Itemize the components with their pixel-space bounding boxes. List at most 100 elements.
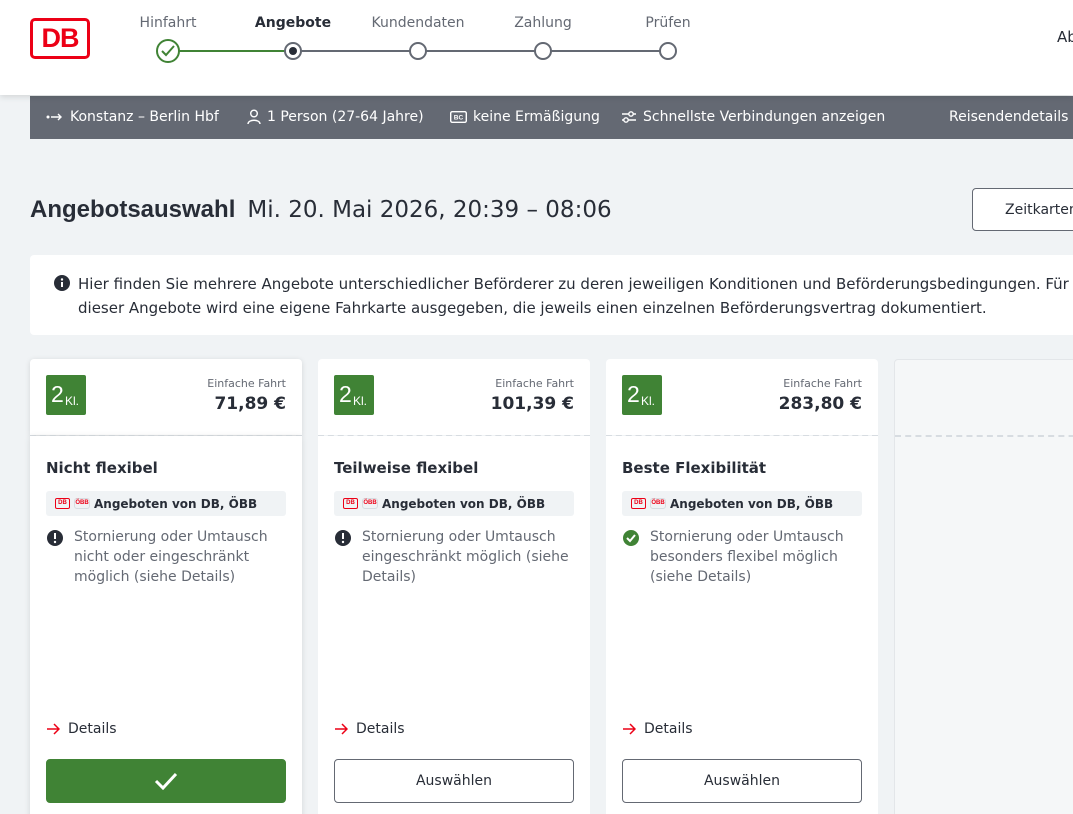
selected-offer-button[interactable]	[46, 759, 286, 803]
offer-card-beste-flexibilitaet[interactable]: 2 Kl. Einfache Fahrt 283,80 € Beste Flex…	[606, 359, 878, 814]
step-label-pruefen: Prüfen	[645, 15, 691, 31]
obb-mini-logo-icon: ÖBB	[362, 498, 378, 509]
details-link[interactable]: Details	[46, 721, 117, 737]
person-icon	[247, 109, 261, 125]
summary-persons-text: 1 Person (27-64 Jahre)	[267, 109, 424, 125]
page-title: Angebotsauswahl Mi. 20. Mai 2026, 20:39 –…	[30, 196, 612, 224]
info-icon	[54, 275, 70, 291]
step-dot-kundendaten	[409, 42, 427, 60]
condition-line-1: Stornierung oder Umtausch	[362, 529, 556, 545]
class-label: Kl.	[641, 394, 656, 408]
check-icon	[161, 45, 175, 57]
fare-price: 283,80 €	[778, 394, 862, 414]
bahncard-icon: BC	[450, 111, 467, 123]
fare-price: 101,39 €	[490, 394, 574, 414]
class-number: 2	[51, 381, 64, 407]
summary-route[interactable]: Konstanz – Berlin Hbf	[46, 109, 219, 125]
fare-type: Einfache Fahrt	[207, 377, 286, 390]
header: DB Hinfahrt Angebote Kundendaten Zahlung…	[0, 0, 1073, 95]
card-divider	[895, 435, 1073, 437]
info-line-2: dieser Angebote wird eine eigene Fahrkar…	[78, 299, 987, 317]
page-title-date: Mi. 20. Mai 2026, 20:39 – 08:06	[247, 197, 612, 223]
check-circle-icon	[623, 530, 639, 546]
checkmark-icon	[154, 772, 178, 790]
page-title-main: Angebotsauswahl	[30, 196, 236, 223]
progress-line-1	[168, 50, 293, 52]
summary-traveler-details[interactable]: Reisendendetails ar	[949, 109, 1073, 125]
offer-card-body: Teilweise flexibel DB ÖBB Angeboten von …	[318, 436, 590, 814]
condition-line-2: eingeschränkt möglich (siehe	[362, 549, 569, 565]
step-label-hinfahrt[interactable]: Hinfahrt	[140, 15, 197, 31]
offer-card-teilweise-flexibel[interactable]: 2 Kl. Einfache Fahrt 101,39 € Teilweise …	[318, 359, 590, 814]
summary-discount-text: keine Ermäßigung	[473, 109, 600, 125]
offer-card-body: Beste Flexibilität DB ÖBB Angeboten von …	[606, 436, 878, 814]
summary-traveler-details-text: Reisendendetails ar	[949, 109, 1073, 125]
summary-route-text: Konstanz – Berlin Hbf	[70, 109, 219, 125]
db-mini-logo-icon: DB	[343, 498, 358, 509]
svg-text:BC: BC	[454, 115, 464, 122]
condition-line-2: nicht oder eingeschränkt	[74, 549, 250, 565]
offer-card-header: 2 Kl. Einfache Fahrt 283,80 €	[606, 359, 878, 435]
info-text: Hier finden Sie mehrere Angebote untersc…	[78, 272, 1073, 320]
step-dot-zahlung	[534, 42, 552, 60]
summary-fastest-text: Schnellste Verbindungen anzeigen	[643, 109, 886, 125]
offer-card-header: 2 Kl. Einfache Fahrt 71,89 €	[30, 359, 302, 435]
condition-text: Stornierung oder Umtausch eingeschränkt …	[362, 527, 569, 587]
summary-discount[interactable]: BC keine Ermäßigung	[450, 109, 600, 125]
arrow-right-icon	[46, 113, 62, 121]
class-label: Kl.	[65, 394, 80, 408]
header-account-link[interactable]: Ab	[1057, 28, 1073, 46]
fare-price: 71,89 €	[214, 394, 286, 414]
class-badge: 2 Kl.	[622, 375, 662, 415]
details-link[interactable]: Details	[622, 721, 693, 737]
offer-title: Nicht flexibel	[46, 459, 158, 477]
condition-line-3: Details)	[362, 569, 416, 585]
zeitkarten-button[interactable]: Zeitkarten	[972, 188, 1073, 231]
offer-title: Teilweise flexibel	[334, 459, 479, 477]
select-offer-button[interactable]: Auswählen	[622, 759, 862, 803]
obb-mini-logo-icon: ÖBB	[74, 498, 90, 509]
class-label: Kl.	[353, 394, 368, 408]
class-badge: 2 Kl.	[46, 375, 86, 415]
step-dot-angebote	[284, 42, 302, 60]
condition-text: Stornierung oder Umtausch nicht oder ein…	[74, 527, 268, 587]
exclamation-circle-icon	[335, 530, 351, 546]
condition-line-1: Stornierung oder Umtausch	[650, 529, 844, 545]
step-label-zahlung: Zahlung	[514, 15, 572, 31]
step-label-kundendaten: Kundendaten	[371, 15, 465, 31]
condition-line-2: besonders flexibel möglich	[650, 549, 838, 565]
info-box: Hier finden Sie mehrere Angebote untersc…	[30, 255, 1073, 335]
provider-badge: DB ÖBB Angeboten von DB, ÖBB	[622, 491, 862, 516]
progress-stepper: Hinfahrt Angebote Kundendaten Zahlung Pr…	[0, 0, 1073, 95]
condition-line-3: möglich (siehe Details)	[74, 569, 236, 585]
sliders-icon	[622, 111, 636, 123]
offer-title: Beste Flexibilität	[622, 459, 767, 477]
fare-type: Einfache Fahrt	[783, 377, 862, 390]
arrow-right-red-icon	[335, 723, 348, 735]
step-dot-hinfahrt[interactable]	[156, 39, 180, 63]
db-mini-logo-icon: DB	[631, 498, 646, 509]
journey-summary-bar: Konstanz – Berlin Hbf 1 Person (27-64 Ja…	[30, 96, 1073, 139]
details-link[interactable]: Details	[334, 721, 405, 737]
summary-persons[interactable]: 1 Person (27-64 Jahre)	[247, 109, 424, 125]
offer-card-header: 2 Kl. Einfache Fahrt 101,39 €	[318, 359, 590, 435]
db-mini-logo-icon: DB	[55, 498, 70, 509]
step-label-angebote: Angebote	[254, 15, 332, 31]
provider-badge: DB ÖBB Angeboten von DB, ÖBB	[46, 491, 286, 516]
select-offer-button[interactable]: Auswählen	[334, 759, 574, 803]
provider-text: Angeboten von DB, ÖBB	[382, 496, 546, 511]
condition-line-1: Stornierung oder Umtausch	[74, 529, 268, 545]
info-line-1: Hier finden Sie mehrere Angebote untersc…	[78, 275, 1073, 293]
arrow-right-red-icon	[47, 723, 60, 735]
offer-card-nicht-flexibel[interactable]: 2 Kl. Einfache Fahrt 71,89 € Nicht flexi…	[30, 359, 302, 814]
details-link-text: Details	[68, 721, 117, 737]
details-link-text: Details	[356, 721, 405, 737]
class-badge: 2 Kl.	[334, 375, 374, 415]
provider-badge: DB ÖBB Angeboten von DB, ÖBB	[334, 491, 574, 516]
summary-fastest[interactable]: Schnellste Verbindungen anzeigen	[621, 109, 885, 125]
condition-line-3: (siehe Details)	[650, 569, 752, 585]
details-link-text: Details	[644, 721, 693, 737]
provider-text: Angeboten von DB, ÖBB	[670, 496, 834, 511]
offer-card-body: Nicht flexibel DB ÖBB Angeboten von DB, …	[30, 436, 302, 814]
exclamation-circle-icon	[47, 530, 63, 546]
